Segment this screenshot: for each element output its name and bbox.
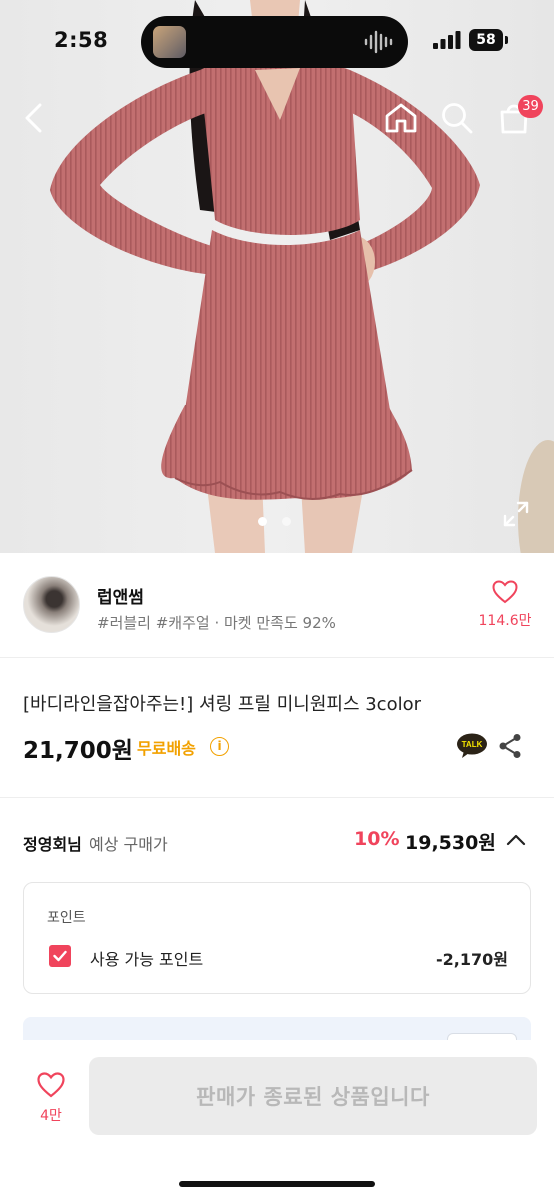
fullscreen-button[interactable] xyxy=(494,492,538,536)
now-playing-thumbnail xyxy=(153,26,186,58)
home-button[interactable] xyxy=(379,96,423,140)
heart-icon xyxy=(37,1072,65,1098)
seller-section[interactable]: 럽앤썸 #러블리 #캐주얼 · 마켓 만족도 92% 114.6만 xyxy=(0,553,554,658)
seller-name[interactable]: 럽앤썸 xyxy=(97,583,144,608)
dynamic-island xyxy=(141,16,408,68)
discount-rate: 10% xyxy=(354,828,400,850)
cart-count-badge: 39 xyxy=(518,95,543,118)
sold-out-button[interactable]: 판매가 종료된 상품입니다 xyxy=(89,1057,537,1135)
search-icon xyxy=(442,103,473,134)
wishlist-button[interactable]: 4만 xyxy=(24,1072,78,1125)
gallery-dot[interactable] xyxy=(282,517,291,526)
battery-indicator: 58 xyxy=(469,29,503,51)
seller-like-button[interactable]: 114.6만 xyxy=(470,580,540,630)
back-arrow-icon xyxy=(25,103,42,133)
available-point-value: -2,170원 xyxy=(436,950,508,969)
heart-icon xyxy=(492,580,518,604)
point-checkbox[interactable] xyxy=(49,945,71,967)
svg-text:TALK: TALK xyxy=(462,740,483,749)
checkbox-checked-icon xyxy=(53,950,67,962)
point-section-title: 포인트 xyxy=(47,910,86,926)
expand-icon xyxy=(503,501,529,527)
kakao-talk-icon[interactable]: TALK xyxy=(456,733,488,759)
expected-price-row: 정영회님 예상 구매가 xyxy=(23,831,168,855)
wishlist-count: 4만 xyxy=(40,1108,62,1124)
free-shipping-label: 무료배송 xyxy=(137,739,196,758)
audio-waveform-icon xyxy=(364,30,393,54)
cellular-signal-icon xyxy=(433,31,461,49)
home-indicator xyxy=(179,1181,375,1187)
status-bar-time: 2:58 xyxy=(54,28,109,52)
available-point-label: 사용 가능 포인트 xyxy=(90,950,204,969)
seller-like-count: 114.6만 xyxy=(478,613,532,629)
gallery-pagination xyxy=(258,517,291,526)
chevron-up-icon[interactable] xyxy=(505,829,527,851)
section-divider xyxy=(0,797,554,798)
back-button[interactable] xyxy=(12,96,56,140)
buyer-name: 정영회님 xyxy=(23,835,82,854)
expected-price: 19,530원 xyxy=(405,832,496,854)
info-icon[interactable]: i xyxy=(210,737,229,756)
gallery-dot[interactable] xyxy=(258,517,267,526)
product-price: 21,700원 xyxy=(23,738,133,764)
expected-price-label: 예상 구매가 xyxy=(88,835,168,854)
battery-tip xyxy=(505,36,508,44)
home-icon xyxy=(385,103,417,133)
share-icon[interactable] xyxy=(498,733,522,759)
search-button[interactable] xyxy=(435,96,479,140)
seller-avatar[interactable] xyxy=(23,576,80,633)
product-photo xyxy=(0,0,554,553)
product-image-gallery[interactable]: 2:58 58 39 xyxy=(0,0,554,553)
seller-tags: #러블리 #캐주얼 · 마켓 만족도 92% xyxy=(97,614,336,632)
bottom-action-bar: 4만 판매가 종료된 상품입니다 xyxy=(0,1040,554,1200)
point-card: 포인트 사용 가능 포인트 -2,170원 xyxy=(23,882,531,994)
product-title: [바디라인을잡아주는!] 셔링 프릴 미니원피스 3color xyxy=(23,694,422,715)
